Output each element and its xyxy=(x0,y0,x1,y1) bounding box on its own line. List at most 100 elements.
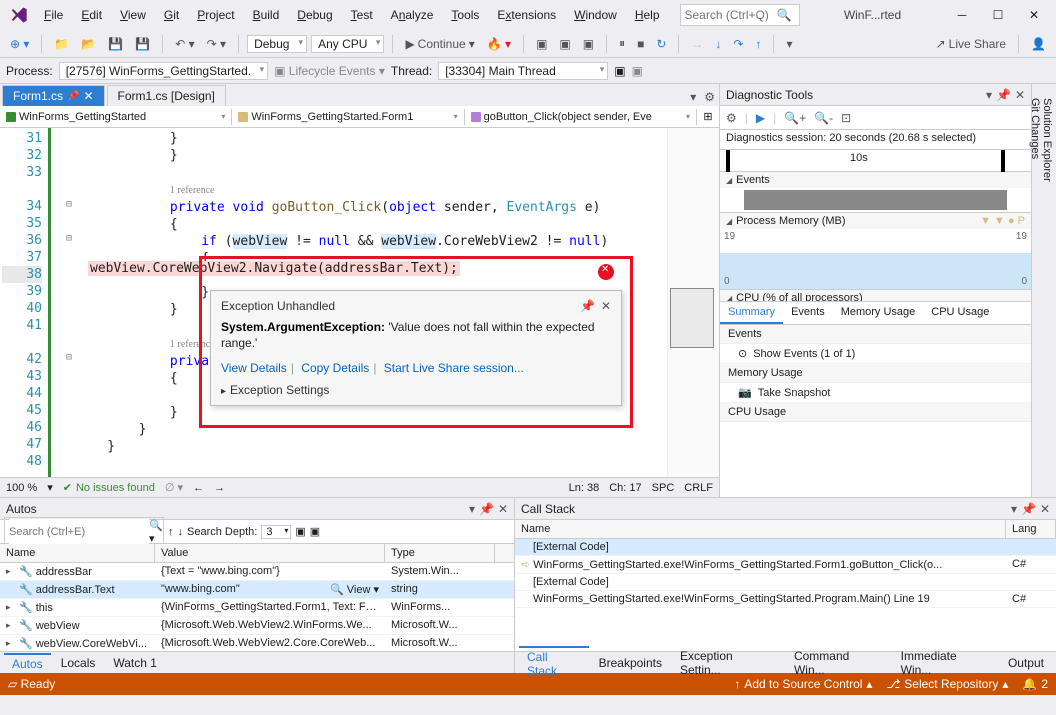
menu-help[interactable]: Help xyxy=(627,4,668,26)
step-out-button[interactable]: ↑ xyxy=(751,35,765,53)
menu-git[interactable]: Git xyxy=(156,4,187,26)
hot-reload-button[interactable]: 🔥 ▾ xyxy=(483,35,515,53)
diag-ruler[interactable]: 10s xyxy=(720,150,1031,172)
redo-button[interactable]: ↷ ▾ xyxy=(203,35,230,53)
nav-prev[interactable]: ← xyxy=(193,482,204,494)
step-into-button[interactable]: ↓ xyxy=(711,35,725,53)
dropdown-icon[interactable]: ▾ xyxy=(986,88,992,102)
pin-icon[interactable]: 📌 xyxy=(1021,502,1036,516)
tab-breakpoints[interactable]: Breakpoints xyxy=(591,654,670,672)
close-icon[interactable]: ✕ xyxy=(498,502,508,516)
menu-tools[interactable]: Tools xyxy=(443,4,487,26)
continue-button[interactable]: ▶ Continue ▾ xyxy=(401,35,478,53)
pin-icon[interactable]: 📌 xyxy=(996,88,1011,102)
pin-icon[interactable]: 📌 xyxy=(479,502,494,516)
source-control-button[interactable]: ↑ Add to Source Control ▴ xyxy=(734,677,872,691)
save-all-button[interactable]: 💾 xyxy=(131,35,154,53)
tool-icon2[interactable]: ▣ xyxy=(310,525,320,538)
notifications-button[interactable]: 🔔 2 xyxy=(1022,677,1048,691)
diag-events-graph[interactable] xyxy=(744,190,1007,210)
diag-memory-graph[interactable]: 19 0 19 0 xyxy=(720,229,1031,289)
menu-analyze[interactable]: Analyze xyxy=(383,4,442,26)
show-events-link[interactable]: ⊙ Show Events (1 of 1) xyxy=(720,344,1031,364)
stack-frame-button[interactable]: ▣ xyxy=(614,64,625,78)
copy-details-link[interactable]: Copy Details xyxy=(301,361,369,375)
tab-watch1[interactable]: Watch 1 xyxy=(105,654,165,672)
thread-combo[interactable]: [33304] Main Thread xyxy=(438,62,608,80)
diag-tab-summary[interactable]: Summary xyxy=(720,302,783,324)
eol-indicator[interactable]: CRLF xyxy=(684,482,713,494)
no-issues-indicator[interactable]: ✔ No issues found xyxy=(63,481,155,494)
nav-up-icon[interactable]: ↑ xyxy=(168,526,174,538)
char-indicator[interactable]: Ch: 17 xyxy=(609,482,641,494)
menu-extensions[interactable]: Extensions xyxy=(489,4,564,26)
indent-indicator[interactable]: SPC xyxy=(652,482,675,494)
show-next-statement[interactable]: → xyxy=(687,35,707,53)
restart-button[interactable]: ↻ xyxy=(652,35,670,53)
close-icon[interactable]: ✕ xyxy=(1015,88,1025,102)
table-row[interactable]: ▸🔧 addressBar{Text = "www.bing.com"}Syst… xyxy=(0,563,514,581)
diag-memory-header[interactable]: Process Memory (MB)▼ ▼ ● P xyxy=(720,213,1031,229)
pin-icon[interactable]: 📌 xyxy=(67,91,79,102)
diag-tab-memory[interactable]: Memory Usage xyxy=(833,302,924,324)
depth-combo[interactable]: 3▾ xyxy=(261,525,291,539)
new-item-button[interactable]: 📁 xyxy=(50,35,73,53)
dropdown-icon[interactable]: ▾ xyxy=(469,502,475,516)
table-row[interactable]: ▸🔧 webView.CoreWebVi...{Microsoft.Web.We… xyxy=(0,635,514,651)
live-share-button[interactable]: ↗ Live Share xyxy=(932,35,1010,53)
tab-callstack[interactable]: Call Stack xyxy=(519,646,589,680)
pin-icon[interactable]: 📌 xyxy=(580,299,595,313)
step-over-button[interactable]: ↷ xyxy=(729,35,747,53)
nav-back-button[interactable]: ⊕ ▾ xyxy=(6,35,33,53)
table-row[interactable]: ➪ WinForms_GettingStarted.exe!WinForms_G… xyxy=(515,556,1056,574)
menu-test[interactable]: Test xyxy=(343,4,381,26)
stop-button[interactable]: ■ xyxy=(633,35,648,53)
lifecycle-button[interactable]: ▣ Lifecycle Events ▾ xyxy=(274,64,385,78)
dropdown-icon[interactable]: ▾ xyxy=(1011,502,1017,516)
diag-cpu-header-peek[interactable]: CPU (% of all processors) xyxy=(720,290,1031,302)
config-combo[interactable]: Debug xyxy=(247,35,307,53)
tab-autos[interactable]: Autos xyxy=(4,653,51,673)
fold-margin[interactable]: ⊟⊟⊟ xyxy=(62,128,76,477)
tool-x[interactable]: ▾ xyxy=(782,35,796,53)
diag-tab-events[interactable]: Events xyxy=(783,302,833,324)
close-icon[interactable]: ✕ xyxy=(601,299,611,313)
menu-project[interactable]: Project xyxy=(189,4,242,26)
table-row[interactable]: 🔧 addressBar.Text"www.bing.com" 🔍 View ▾… xyxy=(0,581,514,599)
table-row[interactable]: [External Code] xyxy=(515,539,1056,556)
tab-form1-cs[interactable]: Form1.cs 📌 ✕ xyxy=(2,85,105,106)
menu-debug[interactable]: Debug xyxy=(289,4,340,26)
tab-gear-icon[interactable]: ⚙ xyxy=(700,88,719,106)
close-button[interactable]: ✕ xyxy=(1016,3,1052,27)
process-combo[interactable]: [27576] WinForms_GettingStarted. xyxy=(59,62,268,80)
tab-output[interactable]: Output xyxy=(1000,654,1052,672)
minimize-button[interactable]: ─ xyxy=(944,3,980,27)
error-icon[interactable] xyxy=(598,264,614,280)
take-snapshot-link[interactable]: 📷 Take Snapshot xyxy=(720,383,1031,403)
tab-immediate-window[interactable]: Immediate Win... xyxy=(893,647,998,679)
split-editor-icon[interactable]: ⊞ xyxy=(697,110,719,123)
live-share-link[interactable]: Start Live Share session... xyxy=(384,361,524,375)
pause-button[interactable]: ⏸ xyxy=(615,34,629,53)
zoom-level[interactable]: 100 % xyxy=(6,482,37,494)
tool-a[interactable]: ▣ xyxy=(532,35,551,53)
stack-frame-button2[interactable]: ▣ xyxy=(632,64,643,78)
menu-build[interactable]: Build xyxy=(245,4,288,26)
tab-exception-settings[interactable]: Exception Settin... xyxy=(672,647,784,679)
crumb-method[interactable]: goButton_Click(object sender, Eve xyxy=(465,109,697,125)
error-nav[interactable]: ∅ ▾ xyxy=(165,481,183,494)
save-button[interactable]: 💾 xyxy=(104,35,127,53)
platform-combo[interactable]: Any CPU xyxy=(311,35,384,53)
tool-c[interactable]: ▣ xyxy=(579,35,598,53)
menu-file[interactable]: File xyxy=(36,4,71,26)
solution-explorer-tab[interactable]: Solution Explorer xyxy=(1041,92,1053,489)
tab-form1-design[interactable]: Form1.cs [Design] xyxy=(107,85,226,106)
autos-search[interactable]: 🔍 ▾ xyxy=(4,517,164,547)
line-indicator[interactable]: Ln: 38 xyxy=(569,482,600,494)
menu-view[interactable]: View xyxy=(112,4,154,26)
quick-search-input[interactable] xyxy=(685,8,777,22)
crumb-project[interactable]: WinForms_GettingStarted xyxy=(0,109,232,125)
table-row[interactable]: [External Code] xyxy=(515,574,1056,591)
diag-events-header[interactable]: Events xyxy=(720,172,1031,188)
select-tool-icon[interactable]: ▶ xyxy=(756,111,765,125)
